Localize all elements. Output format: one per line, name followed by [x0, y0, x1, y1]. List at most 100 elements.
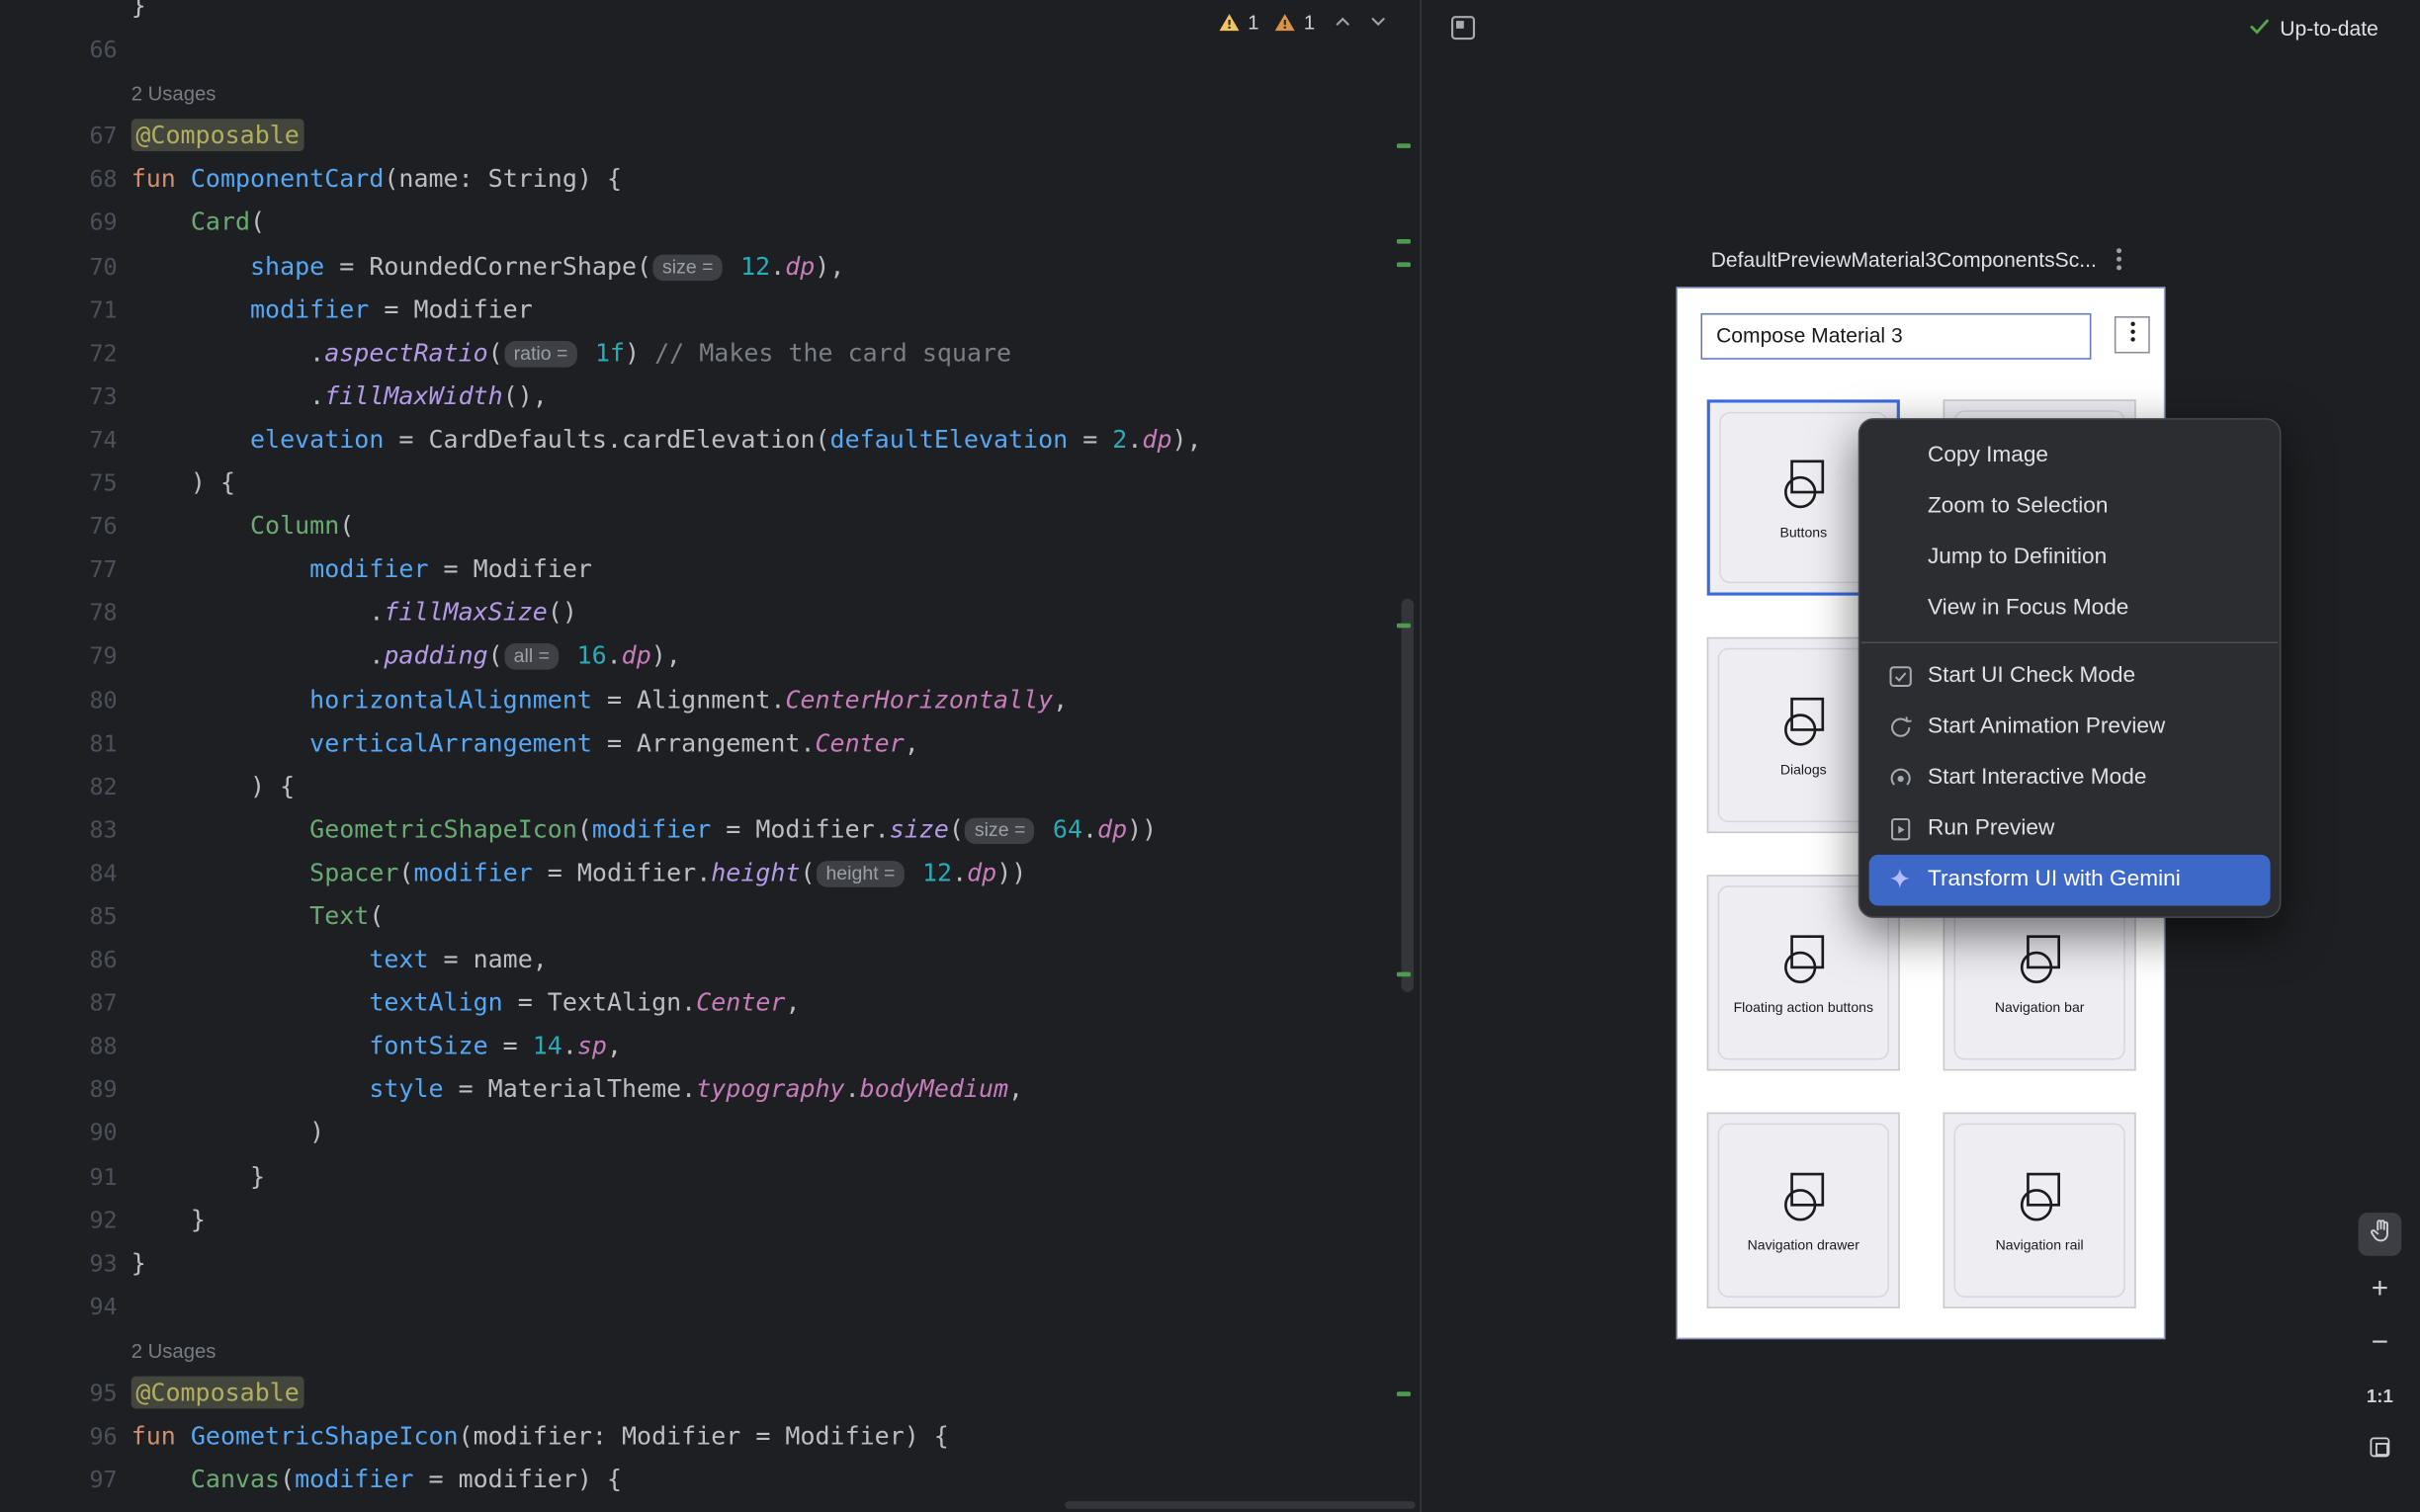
inspections-widget[interactable]: 1 1: [1217, 8, 1392, 36]
line-number[interactable]: 80: [0, 678, 118, 721]
card-label: Floating action buttons: [1734, 999, 1873, 1015]
menu-item-jump-to-definition[interactable]: Jump to Definition: [1869, 533, 2271, 584]
line-number[interactable]: [0, 1328, 118, 1372]
code-line[interactable]: 84 Spacer(modifier = Modifier.height(hei…: [0, 852, 1398, 895]
line-number[interactable]: 85: [0, 894, 118, 938]
code-line[interactable]: 72 .aspectRatio(ratio = 1f) // Makes the…: [0, 331, 1398, 375]
code-line[interactable]: 85 Text(: [0, 894, 1398, 938]
menu-item-transform-ui-with-gemini[interactable]: Transform UI with Gemini: [1869, 855, 2271, 906]
line-number[interactable]: 84: [0, 852, 118, 895]
chevron-up-icon[interactable]: [1329, 8, 1356, 36]
code-line[interactable]: 95@Composable: [0, 1372, 1398, 1415]
line-number[interactable]: 91: [0, 1155, 118, 1199]
chevron-down-icon[interactable]: [1364, 8, 1392, 36]
code-line[interactable]: 70 shape = RoundedCornerShape(size = 12.…: [0, 245, 1398, 289]
menu-item-view-in-focus-mode[interactable]: View in Focus Mode: [1869, 583, 2271, 634]
editor-horizontal-scrollbar[interactable]: [1065, 1501, 1415, 1509]
code-token: = MaterialTheme.: [444, 1074, 697, 1104]
line-number[interactable]: 90: [0, 1112, 118, 1155]
line-number[interactable]: 70: [0, 245, 118, 289]
code-line[interactable]: 68fun ComponentCard(name: String) {: [0, 158, 1398, 202]
usages-inlay-hint[interactable]: 2 Usages: [131, 82, 216, 105]
line-number[interactable]: 76: [0, 505, 118, 548]
menu-item-start-interactive-mode[interactable]: Start Interactive Mode: [1869, 753, 2271, 804]
line-number[interactable]: 71: [0, 288, 118, 331]
code-line[interactable]: 69 Card(: [0, 202, 1398, 245]
line-number[interactable]: 89: [0, 1068, 118, 1112]
line-number[interactable]: 97: [0, 1459, 118, 1502]
code-line[interactable]: 75 ) {: [0, 462, 1398, 505]
code-line[interactable]: 2 Usages: [0, 1328, 1398, 1372]
code-line[interactable]: }: [0, 0, 1398, 28]
app-title-field[interactable]: Compose Material 3: [1700, 313, 2091, 360]
line-number[interactable]: 72: [0, 331, 118, 375]
code-line[interactable]: 76 Column(: [0, 505, 1398, 548]
line-number[interactable]: 67: [0, 115, 118, 158]
menu-item-start-ui-check-mode[interactable]: Start UI Check Mode: [1869, 651, 2271, 703]
code-line[interactable]: 74 elevation = CardDefaults.cardElevatio…: [0, 418, 1398, 462]
code-line[interactable]: 86 text = name,: [0, 938, 1398, 981]
kebab-icon[interactable]: [2109, 247, 2130, 272]
menu-item-zoom-to-selection[interactable]: Zoom to Selection: [1869, 481, 2271, 533]
line-number[interactable]: [0, 71, 118, 115]
line-number[interactable]: 69: [0, 202, 118, 245]
line-number[interactable]: 94: [0, 1285, 118, 1328]
code-line[interactable]: 89 style = MaterialTheme.typography.body…: [0, 1068, 1398, 1112]
code-line[interactable]: 96fun GeometricShapeIcon(modifier: Modif…: [0, 1415, 1398, 1459]
overflow-button[interactable]: [2115, 316, 2150, 353]
code-line[interactable]: 2 Usages: [0, 71, 1398, 115]
line-number[interactable]: [0, 0, 118, 28]
line-number[interactable]: 81: [0, 721, 118, 765]
component-card[interactable]: Navigation rail: [1944, 1113, 2136, 1308]
code-line[interactable]: 77 modifier = Modifier: [0, 548, 1398, 592]
code-line[interactable]: 81 verticalArrangement = Arrangement.Cen…: [0, 721, 1398, 765]
menu-item-start-animation-preview[interactable]: Start Animation Preview: [1869, 702, 2271, 753]
code-line[interactable]: 71 modifier = Modifier: [0, 288, 1398, 331]
zoom-fit-button[interactable]: [2359, 1429, 2402, 1472]
usages-inlay-hint[interactable]: 2 Usages: [131, 1339, 216, 1362]
line-number[interactable]: 79: [0, 634, 118, 678]
pan-button[interactable]: [2359, 1213, 2402, 1256]
line-number[interactable]: 73: [0, 375, 118, 418]
layout-preview-icon[interactable]: [1447, 12, 1478, 42]
line-number[interactable]: 96: [0, 1415, 118, 1459]
line-number[interactable]: 93: [0, 1241, 118, 1285]
code-line[interactable]: 73 .fillMaxWidth(),: [0, 375, 1398, 418]
code-line[interactable]: 91 }: [0, 1155, 1398, 1199]
code-line[interactable]: 87 textAlign = TextAlign.Center,: [0, 981, 1398, 1025]
line-number[interactable]: 88: [0, 1025, 118, 1068]
line-number[interactable]: 75: [0, 462, 118, 505]
line-number[interactable]: 83: [0, 808, 118, 852]
line-number[interactable]: 74: [0, 418, 118, 462]
zoom-out-button[interactable]: −: [2359, 1320, 2402, 1364]
code-line[interactable]: 66: [0, 28, 1398, 71]
line-number[interactable]: 87: [0, 981, 118, 1025]
zoom-actual-button[interactable]: 1:1: [2359, 1375, 2402, 1418]
code-line[interactable]: 78 .fillMaxSize(): [0, 591, 1398, 634]
menu-item-run-preview[interactable]: Run Preview: [1869, 803, 2271, 855]
code-line[interactable]: 80 horizontalAlignment = Alignment.Cente…: [0, 678, 1398, 721]
menu-item-copy-image[interactable]: Copy Image: [1869, 431, 2271, 482]
code-line[interactable]: 93}: [0, 1241, 1398, 1285]
line-number[interactable]: 66: [0, 28, 118, 71]
code-line[interactable]: 79 .padding(all = 16.dp),: [0, 634, 1398, 678]
code-editor[interactable]: }66 2 Usages 67@Composable68fun ComponentC…: [0, 0, 1420, 1512]
code-line[interactable]: 90 ): [0, 1112, 1398, 1155]
line-number[interactable]: 92: [0, 1198, 118, 1241]
code-line[interactable]: 82 ) {: [0, 765, 1398, 808]
line-number[interactable]: 82: [0, 765, 118, 808]
code-line[interactable]: 97 Canvas(modifier = modifier) {: [0, 1459, 1398, 1502]
line-number[interactable]: 86: [0, 938, 118, 981]
code-line[interactable]: 92 }: [0, 1198, 1398, 1241]
zoom-in-button[interactable]: +: [2359, 1267, 2402, 1310]
code-line[interactable]: 83 GeometricShapeIcon(modifier = Modifie…: [0, 808, 1398, 852]
line-number[interactable]: 68: [0, 158, 118, 202]
line-number[interactable]: 78: [0, 591, 118, 634]
line-number[interactable]: 77: [0, 548, 118, 592]
component-card[interactable]: Navigation drawer: [1707, 1113, 1900, 1308]
code-line[interactable]: 94: [0, 1285, 1398, 1328]
code-line[interactable]: 67@Composable: [0, 115, 1398, 158]
editor-vertical-scrollbar[interactable]: [1402, 599, 1414, 992]
code-line[interactable]: 88 fontSize = 14.sp,: [0, 1025, 1398, 1068]
line-number[interactable]: 95: [0, 1372, 118, 1415]
